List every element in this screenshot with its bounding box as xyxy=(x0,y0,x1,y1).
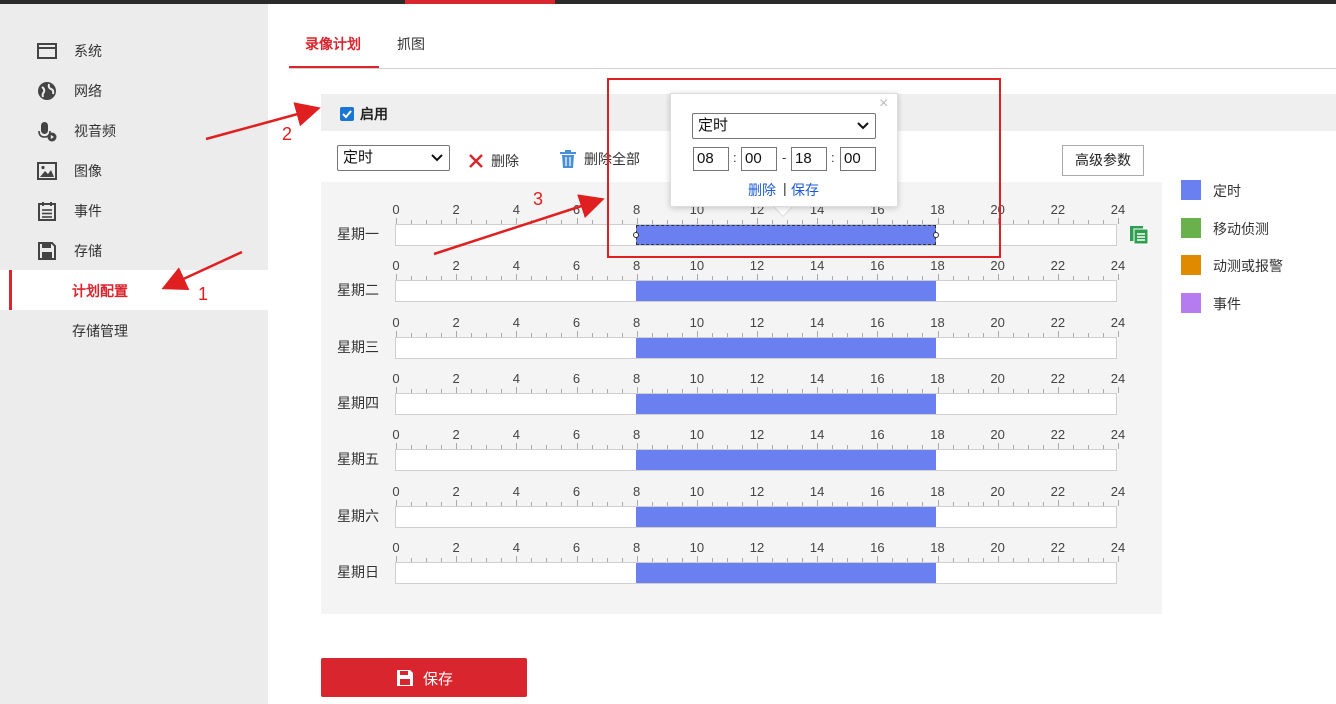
floppy-disk-icon xyxy=(397,670,413,686)
annotation-arrow-3 xyxy=(433,194,605,256)
annotation-number-2: 2 xyxy=(282,124,293,144)
save-label: 保存 xyxy=(423,671,454,688)
annotation-number-1: 1 xyxy=(198,284,209,304)
annotation-number-3: 3 xyxy=(533,189,544,209)
annotation-arrow-2 xyxy=(205,102,321,141)
annotation-arrows xyxy=(161,102,605,290)
save-button[interactable]: 保存 xyxy=(321,658,527,697)
annotation-arrow-1 xyxy=(161,250,243,290)
